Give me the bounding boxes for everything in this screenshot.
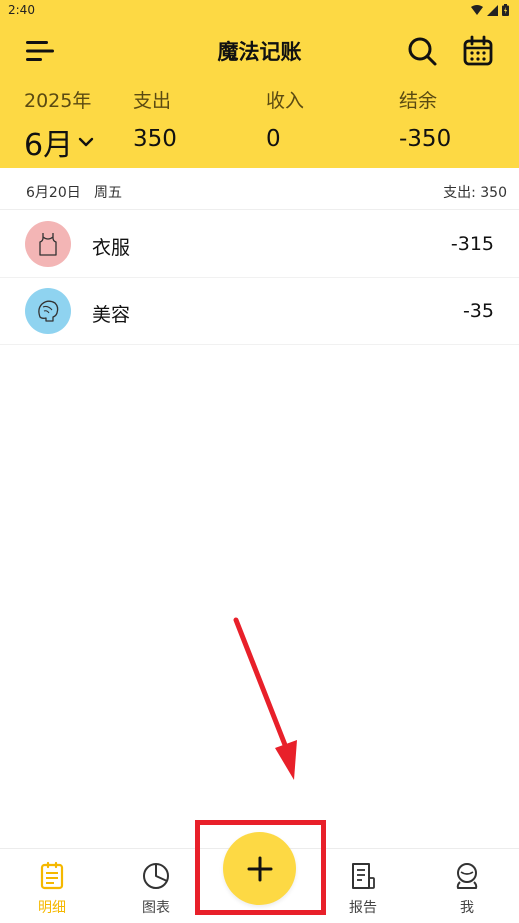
income-label: 收入 xyxy=(266,90,305,112)
header: 2:40 魔法记账 2025年 支出 收入 结余 6月 350 0 -350 xyxy=(0,0,519,168)
report-icon xyxy=(352,863,375,889)
battery-icon xyxy=(502,4,509,16)
app-title: 魔法记账 xyxy=(217,40,302,64)
nav-item-profile[interactable]: 我 xyxy=(415,849,519,923)
day-group-header: 6月20日 周五 支出: 350 xyxy=(0,172,519,210)
nav-label: 图表 xyxy=(142,900,170,916)
balance-label: 结余 xyxy=(399,90,438,112)
day-total: 支出: 350 xyxy=(443,185,507,201)
expense-label: 支出 xyxy=(133,90,172,112)
expense-value: 350 xyxy=(133,126,177,152)
profile-icon xyxy=(456,863,478,889)
clothes-icon xyxy=(25,221,71,267)
menu-icon[interactable] xyxy=(24,38,58,64)
income-value: 0 xyxy=(266,126,281,152)
calendar-icon[interactable] xyxy=(462,35,494,67)
record-amount: -35 xyxy=(462,300,494,322)
record-category: 美容 xyxy=(92,304,131,326)
wifi-icon xyxy=(471,4,483,15)
nav-label: 明细 xyxy=(38,900,66,916)
status-time: 2:40 xyxy=(8,3,35,17)
summary-values: 6月 350 0 -350 xyxy=(0,120,519,163)
year-label: 2025年 xyxy=(24,90,92,112)
nav-item-report[interactable]: 报告 xyxy=(311,849,415,923)
nav-item-details[interactable]: 明细 xyxy=(0,849,104,923)
record-category: 衣服 xyxy=(92,237,131,259)
summary-labels: 2025年 支出 收入 结余 xyxy=(0,86,519,112)
nav-item-chart[interactable]: 图表 xyxy=(104,849,208,923)
day-weekday: 周五 xyxy=(94,185,122,201)
status-icons xyxy=(471,4,509,16)
add-record-button[interactable] xyxy=(223,832,296,905)
beauty-icon xyxy=(25,288,71,334)
month-text: 6月 xyxy=(24,128,74,163)
nav-label: 我 xyxy=(460,900,474,916)
record-row[interactable]: 美容 -35 xyxy=(0,278,519,345)
record-amount: -315 xyxy=(450,233,494,255)
title-row: 魔法记账 xyxy=(0,28,519,74)
plus-icon xyxy=(247,856,272,881)
signal-icon xyxy=(487,4,498,16)
chevron-down-icon xyxy=(78,137,94,147)
search-icon[interactable] xyxy=(406,35,438,67)
chart-icon xyxy=(143,863,169,889)
status-bar: 2:40 xyxy=(0,0,519,22)
day-date: 6月20日 xyxy=(26,185,81,201)
record-row[interactable]: 衣服 -315 xyxy=(0,211,519,278)
details-icon xyxy=(40,861,64,890)
balance-value: -350 xyxy=(399,126,452,152)
nav-label: 报告 xyxy=(349,900,377,916)
month-picker[interactable]: 6月 xyxy=(24,120,95,164)
